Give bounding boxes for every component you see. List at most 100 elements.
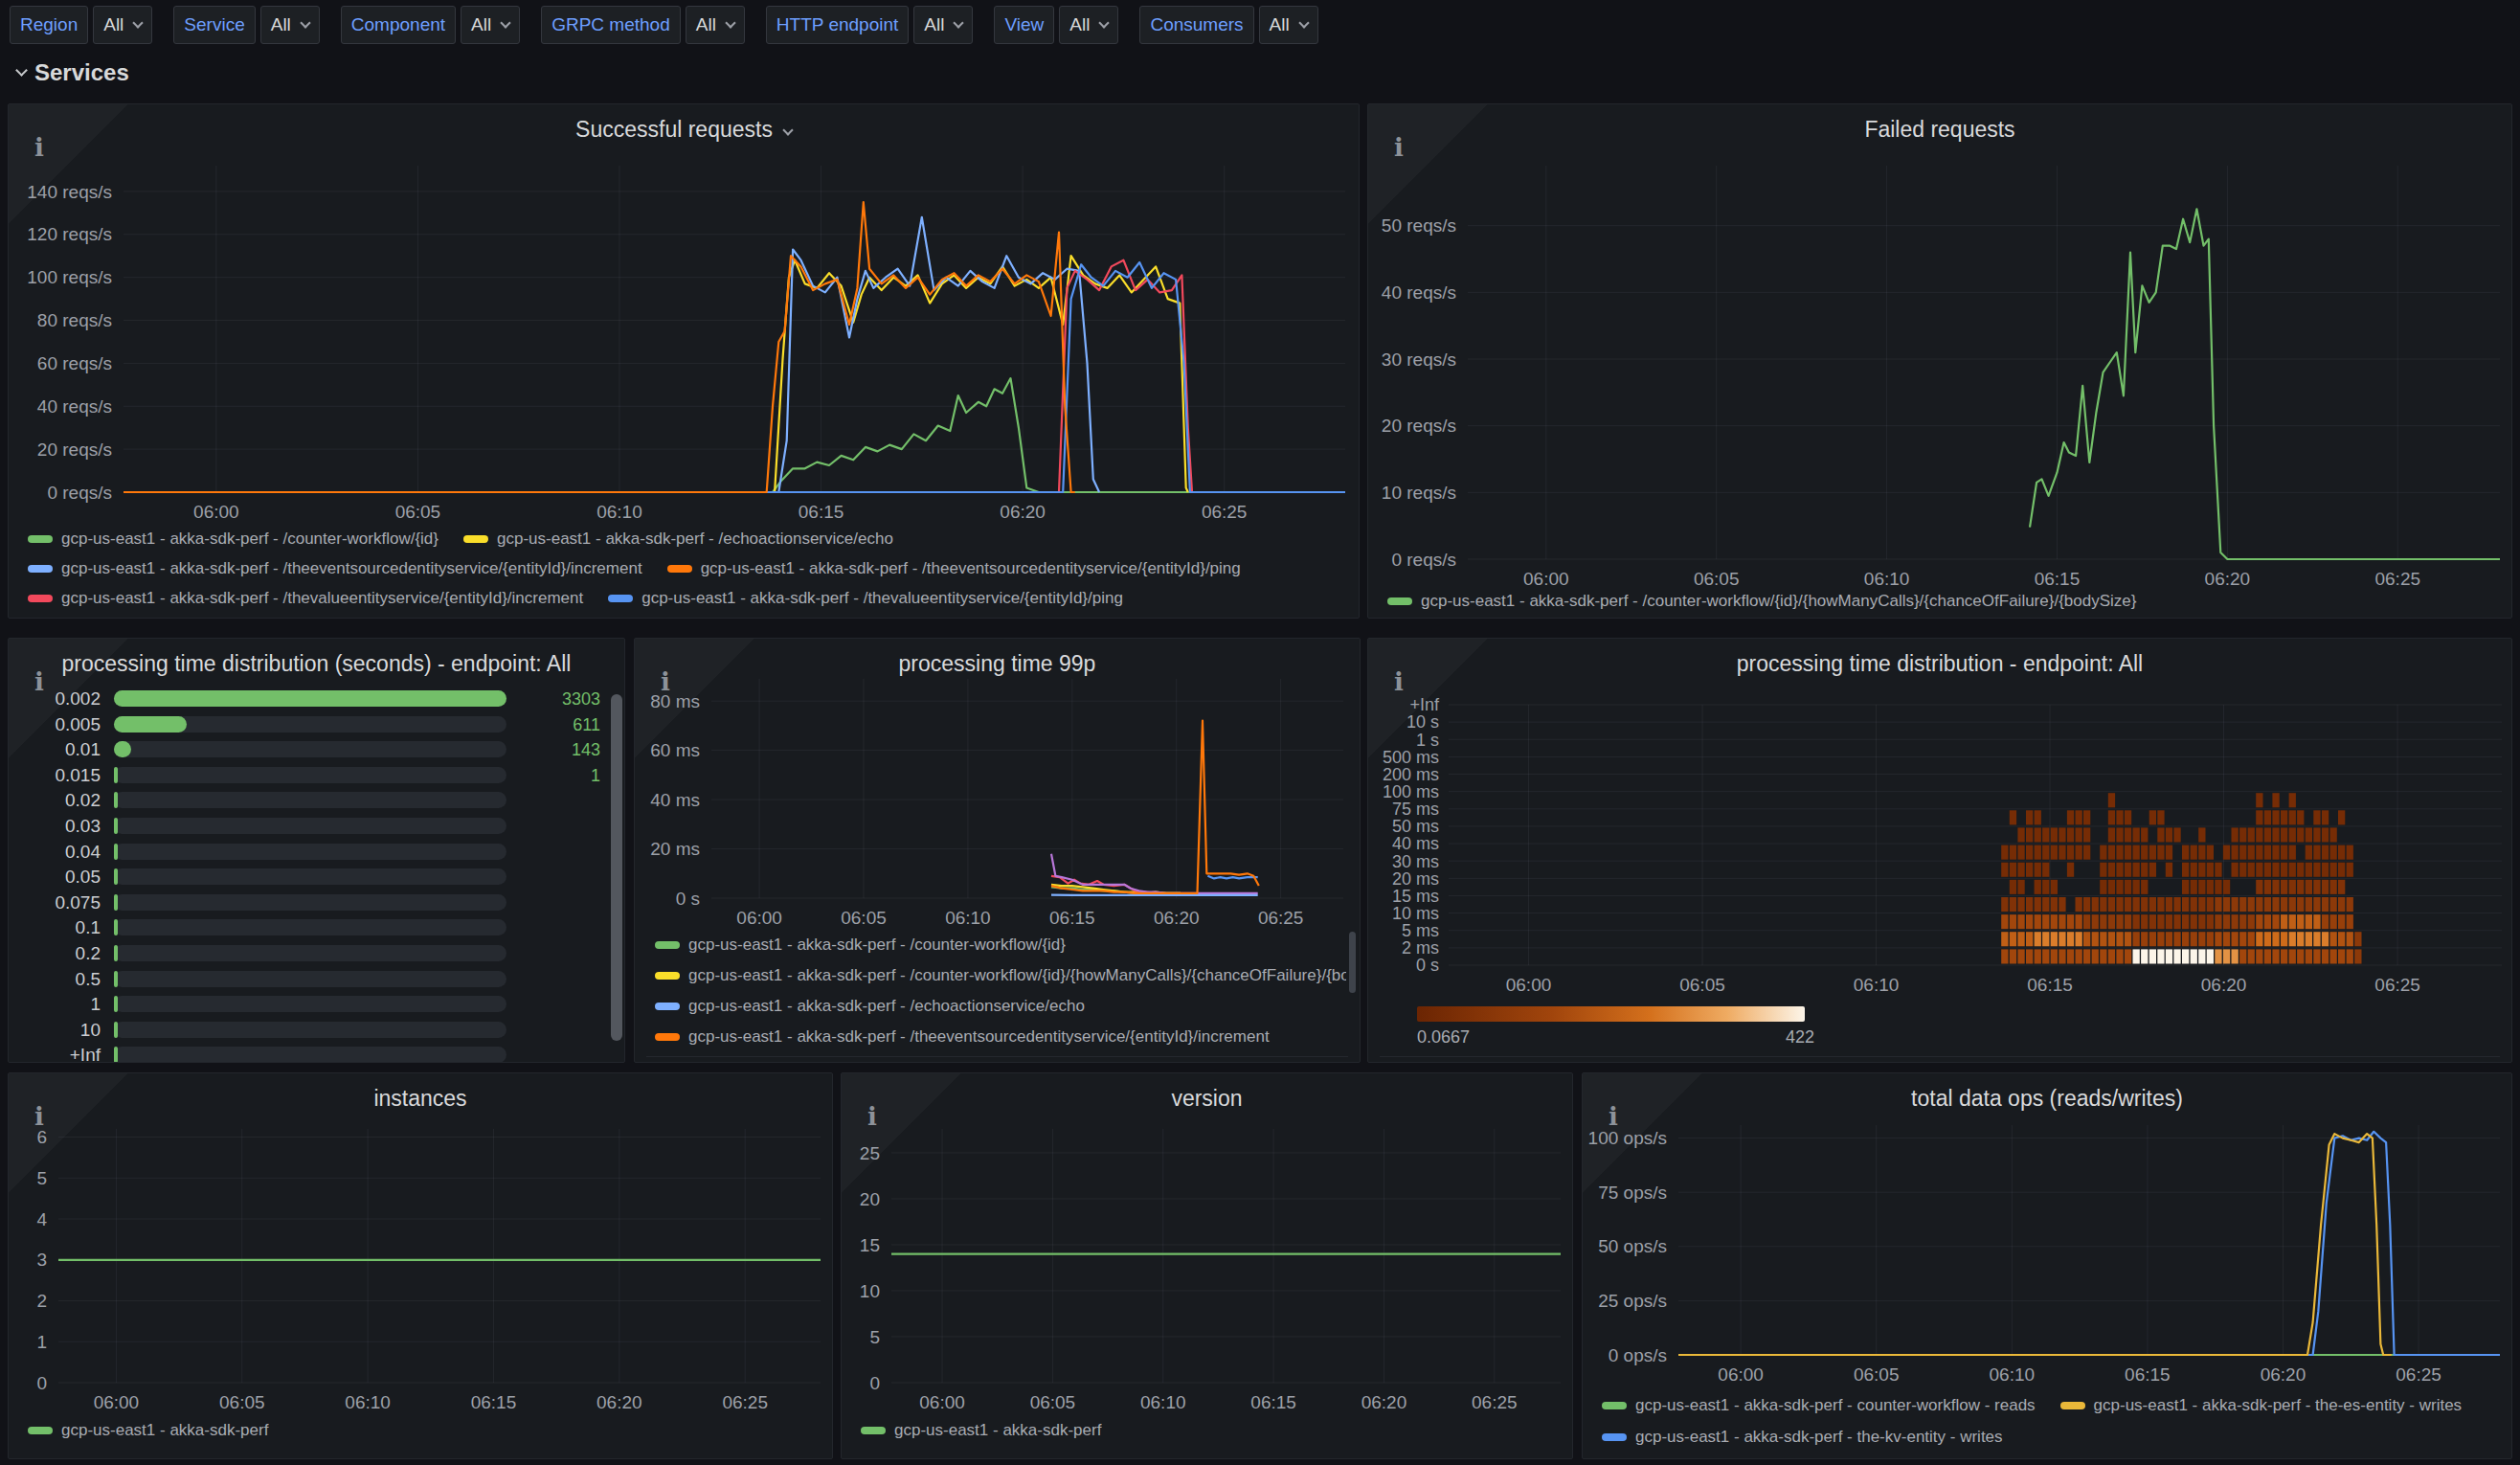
filter-label[interactable]: Service (173, 6, 255, 44)
svg-text:06:20: 06:20 (2261, 1364, 2306, 1385)
legend-scrollbar[interactable] (1349, 932, 1356, 993)
section-services[interactable]: Services (17, 59, 129, 86)
histogram-row: 0.04 (9, 840, 624, 866)
filter-value-dropdown[interactable]: All (260, 6, 320, 44)
svg-text:06:00: 06:00 (1523, 569, 1569, 589)
chevron-down-icon (15, 64, 28, 77)
svg-text:06:20: 06:20 (1154, 908, 1200, 928)
legend-item[interactable]: gcp-us-east1 - akka-sdk-perf - /counter-… (1387, 592, 2136, 611)
svg-text:06:20: 06:20 (596, 1392, 642, 1412)
histogram-row: 0.075 (9, 890, 624, 916)
legend-item[interactable]: gcp-us-east1 - akka-sdk-perf - /thevalue… (28, 589, 583, 608)
filter-value-dropdown[interactable]: All (913, 6, 973, 44)
filter-label[interactable]: HTTP endpoint (766, 6, 909, 44)
svg-text:06:05: 06:05 (1694, 569, 1740, 589)
legend-item[interactable]: gcp-us-east1 - akka-sdk-perf - /theevent… (28, 559, 642, 578)
filter-label[interactable]: Component (341, 6, 456, 44)
panel-title[interactable]: processing time distribution - endpoint:… (1368, 651, 2511, 677)
bucket-count: 3303 (514, 689, 600, 710)
svg-text:06:05: 06:05 (1679, 975, 1725, 995)
filter-value: All (924, 14, 944, 35)
filter-value-dropdown[interactable]: All (1059, 6, 1118, 44)
legend-series-marker (28, 595, 53, 602)
legend-series-marker (667, 565, 692, 573)
legend-item[interactable]: gcp-us-east1 - akka-sdk-perf (861, 1421, 1101, 1440)
color-scale (1417, 1006, 1805, 1022)
legend-series-marker (861, 1427, 886, 1434)
legend-series-name: gcp-us-east1 - akka-sdk-perf - /counter-… (1421, 592, 2136, 611)
legend-series-marker (655, 972, 680, 980)
bucket-label: 0.02 (9, 790, 101, 811)
filter-label[interactable]: View (994, 6, 1054, 44)
legend-item[interactable]: gcp-us-east1 - akka-sdk-perf - /counter-… (655, 935, 1066, 955)
bar-fill (114, 894, 118, 911)
bar-fill (114, 716, 187, 732)
legend: gcp-us-east1 - akka-sdk-perf - /counter-… (1387, 588, 2498, 615)
svg-text:06:25: 06:25 (2374, 975, 2420, 995)
bar-fill (114, 818, 118, 834)
filter-label[interactable]: Region (10, 6, 88, 44)
panel-instances: iinstances06:0006:0506:1006:1506:2006:25… (8, 1072, 833, 1459)
bar-track (114, 996, 506, 1012)
legend-item[interactable]: gcp-us-east1 - akka-sdk-perf - the-es-en… (2060, 1396, 2463, 1415)
legend-item[interactable]: gcp-us-east1 - akka-sdk-perf - /thevalue… (608, 589, 1123, 608)
legend-item[interactable]: gcp-us-east1 - akka-sdk-perf - counter-w… (1602, 1396, 2036, 1415)
filter-label[interactable]: Consumers (1139, 6, 1253, 44)
filter-value-dropdown[interactable]: All (93, 6, 152, 44)
svg-text:200 ms: 200 ms (1383, 765, 1439, 784)
bar-fill (114, 945, 118, 961)
svg-text:40 reqs/s: 40 reqs/s (37, 396, 112, 417)
svg-text:10 s: 10 s (1406, 712, 1439, 732)
bar-track (114, 767, 506, 783)
filter-consumers: ConsumersAll (1139, 6, 1317, 44)
bucket-count: 143 (514, 740, 600, 760)
legend-item[interactable]: gcp-us-east1 - akka-sdk-perf - /counter-… (655, 966, 1346, 985)
svg-text:1: 1 (36, 1332, 47, 1352)
legend-item[interactable]: gcp-us-east1 - akka-sdk-perf - /echoacti… (463, 530, 893, 549)
filter-label[interactable]: GRPC method (541, 6, 681, 44)
legend-item[interactable]: gcp-us-east1 - akka-sdk-perf - /counter-… (28, 530, 439, 549)
legend-item[interactable]: gcp-us-east1 - akka-sdk-perf - /theevent… (667, 559, 1241, 578)
panel-title[interactable]: processing time 99p (635, 651, 1360, 677)
legend-item[interactable]: gcp-us-east1 - akka-sdk-perf - /echoacti… (655, 997, 1085, 1016)
scale-max: 422 (1786, 1027, 1814, 1048)
panel-title[interactable]: Failed requests (1368, 117, 2511, 143)
filter-value-dropdown[interactable]: All (1259, 6, 1318, 44)
bar-fill (114, 767, 118, 783)
histogram-row: 0.0023303 (9, 687, 624, 712)
panel-title[interactable]: Successful requests (9, 117, 1359, 143)
bar-track (114, 868, 506, 885)
svg-text:0: 0 (36, 1373, 47, 1393)
chevron-down-icon (1298, 17, 1309, 28)
svg-text:40 ms: 40 ms (650, 790, 700, 810)
svg-text:50 ms: 50 ms (1392, 817, 1439, 836)
histogram-row: 0.05 (9, 865, 624, 890)
panel-title[interactable]: version (842, 1086, 1572, 1112)
svg-text:06:15: 06:15 (2027, 975, 2073, 995)
histogram-row: 0.5 (9, 967, 624, 993)
legend-series-marker (1602, 1433, 1627, 1441)
bucket-label: 0.075 (9, 892, 101, 913)
svg-text:20 reqs/s: 20 reqs/s (1382, 416, 1456, 436)
legend-item[interactable]: gcp-us-east1 - akka-sdk-perf - /theevent… (655, 1027, 1270, 1047)
svg-text:2: 2 (36, 1291, 47, 1311)
filter-value-dropdown[interactable]: All (686, 6, 745, 44)
bar-track (114, 971, 506, 987)
legend-item[interactable]: gcp-us-east1 - akka-sdk-perf - the-kv-en… (1602, 1428, 2003, 1447)
legend-item[interactable]: gcp-us-east1 - akka-sdk-perf (28, 1421, 268, 1440)
legend-series-name: gcp-us-east1 - akka-sdk-perf (61, 1421, 268, 1440)
svg-text:100 ms: 100 ms (1383, 782, 1439, 801)
chevron-down-icon (133, 17, 144, 28)
bucket-label: 0.01 (9, 739, 101, 760)
histogram-row: +Inf (9, 1043, 624, 1063)
svg-text:06:20: 06:20 (1361, 1392, 1407, 1412)
panel-title[interactable]: instances (9, 1086, 832, 1112)
panel-title[interactable]: total data ops (reads/writes) (1583, 1086, 2511, 1112)
svg-text:06:25: 06:25 (2396, 1364, 2441, 1385)
scrollbar[interactable] (611, 694, 622, 1041)
filter-value-dropdown[interactable]: All (461, 6, 520, 44)
legend-series-marker (463, 535, 488, 543)
svg-text:06:15: 06:15 (471, 1392, 517, 1412)
svg-text:25 ops/s: 25 ops/s (1598, 1291, 1667, 1311)
panel-title[interactable]: processing time distribution (seconds) -… (9, 651, 624, 677)
